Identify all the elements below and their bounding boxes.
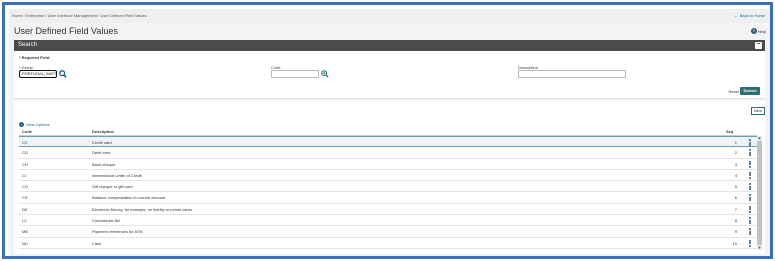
row-seq: 7 xyxy=(734,206,737,212)
row-actions-icon[interactable] xyxy=(748,183,751,191)
row-actions-icon[interactable] xyxy=(748,149,751,157)
row-code: MB xyxy=(22,229,28,235)
row-actions-icon[interactable] xyxy=(748,228,751,236)
description-input[interactable] xyxy=(518,70,626,78)
row-seq: 1 xyxy=(734,140,737,145)
row-description: Balance compensation in current account xyxy=(92,195,166,201)
code-input[interactable] xyxy=(271,70,319,78)
table-header: Code Description Seq xyxy=(19,128,757,136)
table-row[interactable]: CH Bank cheque 3 xyxy=(19,159,757,170)
table-row[interactable]: NU Cash 10 xyxy=(19,238,757,249)
row-code: NU xyxy=(22,240,28,246)
search-button[interactable]: Search xyxy=(740,87,760,95)
table-scrollbar[interactable]: ▲ ▼ xyxy=(757,136,762,250)
column-header-description[interactable]: Description xyxy=(92,129,114,134)
row-seq: 9 xyxy=(734,229,737,235)
row-code: CH xyxy=(22,161,28,167)
search-panel-title: Search xyxy=(18,42,38,48)
table-row[interactable]: MB Payment references for ATM 9 xyxy=(19,226,757,238)
table-row[interactable]: CO Gift cheque or gift card 5 xyxy=(19,181,757,193)
row-description: Cash xyxy=(92,240,102,246)
table-row[interactable]: DE Electronic Money, for example, on fide… xyxy=(19,204,757,216)
row-code: CO xyxy=(22,184,28,190)
row-description: Electronic Money, for example, on fideli… xyxy=(92,206,192,212)
column-header-seq[interactable]: Seq xyxy=(726,129,733,134)
top-bar: Home / Enterprise / User Interface Manag… xyxy=(9,9,770,23)
plus-icon: + xyxy=(19,122,24,127)
row-seq: 4 xyxy=(734,172,737,178)
table-row[interactable]: CD Debit card 2 xyxy=(19,147,757,159)
group-input[interactable]: PORTUGAL_SAFT xyxy=(19,70,57,78)
row-actions-icon[interactable] xyxy=(748,217,751,225)
table-row[interactable]: LC Commercial Bill 8 xyxy=(19,215,757,227)
row-code: CC xyxy=(22,140,28,145)
row-actions-icon[interactable] xyxy=(748,194,751,202)
row-seq: 5 xyxy=(734,184,737,190)
row-description: International Letter of Credit xyxy=(92,172,142,178)
scroll-down-icon[interactable]: ▼ xyxy=(757,246,762,250)
required-field-note: * Required Field xyxy=(19,55,50,60)
scrollbar-thumb[interactable] xyxy=(757,141,762,245)
back-arrow-icon: ← xyxy=(733,13,739,19)
row-code: CI xyxy=(22,172,26,178)
code-lookup-icon[interactable] xyxy=(321,70,329,78)
row-seq: 2 xyxy=(734,150,737,156)
new-button[interactable]: New xyxy=(751,107,765,115)
row-actions-icon[interactable] xyxy=(748,160,751,168)
back-to-home-link[interactable]: ←Back to Home xyxy=(734,13,765,19)
column-header-code[interactable]: Code xyxy=(22,129,32,134)
group-search-icon[interactable] xyxy=(59,70,67,78)
row-code: CS xyxy=(22,195,28,201)
help-icon: ? xyxy=(750,28,757,34)
row-code: DE xyxy=(22,206,28,212)
row-code: CD xyxy=(22,150,28,156)
row-seq: 8 xyxy=(734,218,737,224)
results-table: Code Description Seq CC Credit card 1 CD Deb… xyxy=(19,128,757,249)
search-panel: * Required Field * Group PORTUGAL_SAFT C… xyxy=(14,51,765,99)
row-seq: 3 xyxy=(734,161,737,167)
row-description: Payment references for ATM xyxy=(92,229,143,235)
table-row[interactable]: CC Credit card 1 xyxy=(19,136,757,148)
back-to-home-label: Back to Home xyxy=(739,13,765,18)
row-seq: 10 xyxy=(732,240,737,246)
view-options-toggle[interactable]: + View Options xyxy=(19,122,50,127)
row-description: Commercial Bill xyxy=(92,218,120,224)
row-actions-icon[interactable] xyxy=(748,139,751,146)
screenshot-frame: Home / Enterprise / User Interface Manag… xyxy=(2,2,773,259)
help-label: Help xyxy=(757,28,766,34)
row-code: LC xyxy=(22,218,28,224)
search-panel-header: Search − xyxy=(14,40,765,51)
view-options-label: View Options xyxy=(26,122,50,127)
row-actions-icon[interactable] xyxy=(748,205,751,213)
row-description: Credit card xyxy=(92,140,112,145)
row-description: Debit card xyxy=(92,150,111,156)
collapse-icon[interactable]: − xyxy=(755,41,762,49)
row-description: Gift cheque or gift card xyxy=(92,184,133,190)
results-panel: New + View Options Code Description Seq … xyxy=(14,101,765,254)
row-actions-icon[interactable] xyxy=(748,239,751,247)
scroll-up-icon[interactable]: ▲ xyxy=(757,136,762,140)
breadcrumb[interactable]: Home / Enterprise / User Interface Manag… xyxy=(12,13,147,18)
page: Home / Enterprise / User Interface Manag… xyxy=(9,9,770,256)
help-button[interactable]: ? Help xyxy=(750,28,766,34)
row-seq: 6 xyxy=(734,195,737,201)
row-actions-icon[interactable] xyxy=(748,171,751,179)
table-row[interactable]: CI International Letter of Credit 4 xyxy=(19,170,757,182)
page-title: User Defined Field Values xyxy=(14,26,118,36)
row-description: Bank cheque xyxy=(92,161,116,167)
reset-button[interactable]: Reset xyxy=(729,89,739,94)
table-row[interactable]: CS Balance compensation in current accoun… xyxy=(19,192,757,204)
